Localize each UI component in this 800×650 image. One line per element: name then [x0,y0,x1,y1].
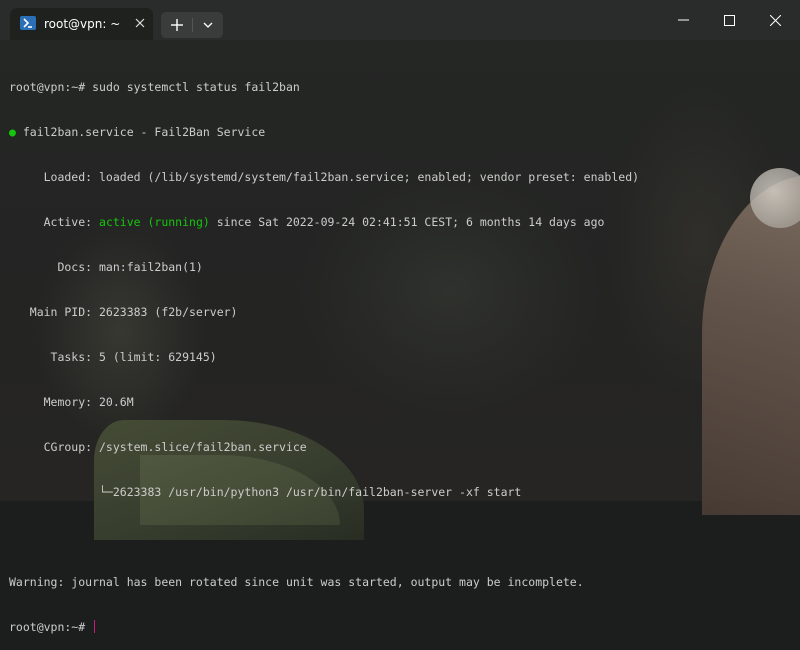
tab-title: root@vpn: ~ [44,17,121,31]
new-tab-group [161,12,223,38]
active-since: since Sat 2022-09-24 02:41:51 CEST; 6 mo… [209,215,605,229]
close-tab-icon[interactable] [132,15,148,31]
prompt: root@vpn:~# [9,620,93,634]
command-line: root@vpn:~# sudo systemctl status fail2b… [9,80,794,95]
tab-terminal[interactable]: root@vpn: ~ [10,8,153,40]
title-bar: root@vpn: ~ [0,0,800,40]
service-header: ● fail2ban.service - Fail2Ban Service [9,125,794,140]
close-icon [769,14,781,26]
tab-dropdown-button[interactable] [193,12,223,38]
maximize-button[interactable] [706,6,752,34]
cgroup-line: CGroup: /system.slice/fail2ban.service [9,440,307,454]
status-dot: ● [9,125,16,139]
docs-line: Docs: man:fail2ban(1) [9,260,203,274]
active-label: Active: [9,215,100,229]
terminal-output[interactable]: root@vpn:~# sudo systemctl status fail2b… [9,50,794,650]
cgroup-child-line: └─2623383 /usr/bin/python3 /usr/bin/fail… [9,485,522,499]
minimize-button[interactable] [660,6,706,34]
chevron-down-icon [203,22,213,28]
text-cursor [94,620,96,633]
maximize-icon [723,14,735,26]
close-window-button[interactable] [752,6,798,34]
prompt: root@vpn:~# [9,80,93,94]
main-pid-line: Main PID: 2623383 (f2b/server) [9,305,238,319]
input-line[interactable]: root@vpn:~# [9,620,794,635]
powershell-icon [20,16,36,30]
warning-line: Warning: journal has been rotated since … [9,575,584,589]
loaded-line: Loaded: loaded (/lib/systemd/system/fail… [9,170,640,184]
tasks-line: Tasks: 5 (limit: 629145) [9,350,217,364]
new-tab-button[interactable] [161,12,192,38]
active-state: active (running) [99,215,210,229]
service-title: fail2ban.service - Fail2Ban Service [15,125,266,139]
command-text: sudo systemctl status fail2ban [92,80,300,94]
plus-icon [170,19,183,31]
minimize-icon [677,19,689,21]
memory-line: Memory: 20.6M [9,395,134,409]
active-line: Active: active (running) since Sat 2022-… [9,215,794,230]
